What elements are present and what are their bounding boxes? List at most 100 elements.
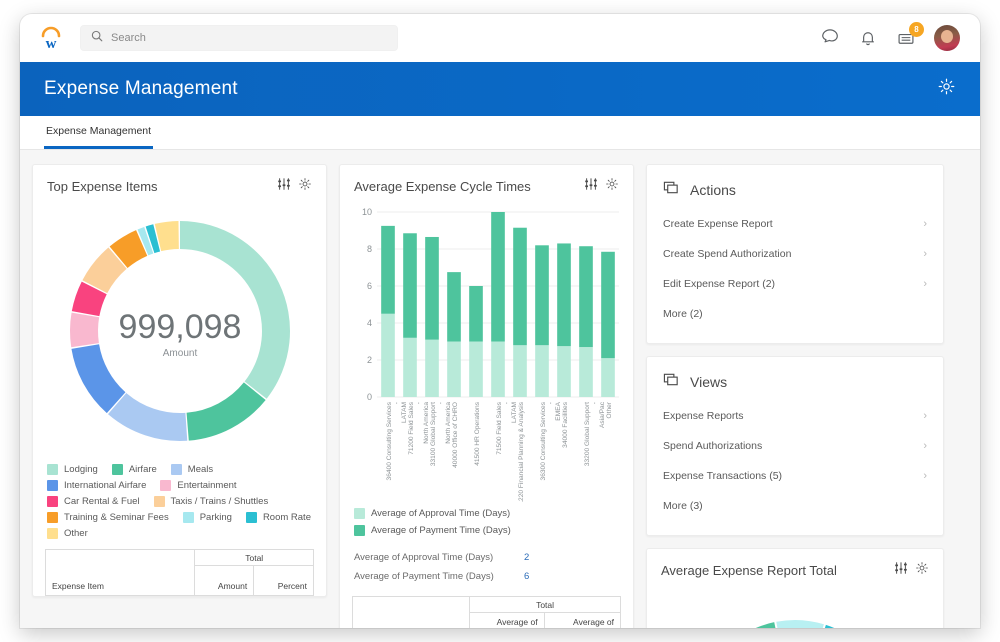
legend-label: Average of Payment Time (Days) (371, 525, 511, 536)
chat-icon[interactable] (820, 28, 840, 48)
bar-segment[interactable] (579, 246, 593, 347)
banner-gear-icon[interactable] (937, 77, 956, 101)
gauge-slice[interactable] (736, 622, 780, 628)
bar-segment[interactable] (535, 345, 549, 397)
donut-slice[interactable] (186, 382, 265, 440)
legend-item[interactable]: Car Rental & Fuel (47, 496, 140, 507)
workday-logo-icon[interactable]: w (36, 23, 66, 53)
x-tick-label: 36400 Consulting Services-LATAM (386, 401, 408, 480)
legend-swatch (47, 512, 58, 523)
summary-row: Average of Payment Time (Days)6 (354, 567, 619, 586)
bar-segment[interactable] (403, 338, 417, 397)
bar-segment[interactable] (469, 342, 483, 398)
legend-item[interactable]: Meals (171, 464, 213, 475)
header-percent: Percent (254, 566, 313, 596)
summary-value[interactable]: 2 (524, 552, 529, 563)
bar-segment[interactable] (381, 226, 395, 314)
actions-title: Actions (690, 182, 736, 198)
notification-bell-icon[interactable] (858, 28, 878, 48)
copy-window-icon (663, 371, 680, 393)
bar-segment[interactable] (601, 252, 615, 358)
sliders-icon[interactable] (584, 177, 598, 196)
list-item[interactable]: More (2) (663, 299, 927, 329)
legend-item[interactable]: Room Rate (246, 512, 311, 523)
legend-item[interactable]: International Airfare (47, 480, 146, 491)
bar-segment[interactable] (469, 286, 483, 342)
legend-swatch (354, 525, 365, 536)
list-item[interactable]: Edit Expense Report (2)› (663, 269, 927, 299)
avatar[interactable] (934, 25, 960, 51)
bar-segment[interactable] (403, 233, 417, 338)
legend-item[interactable]: Airfare (112, 464, 157, 475)
table-header-row-1: Total (46, 550, 313, 566)
table-header-row-2: Cost Center Average of Approval Time Ave… (353, 613, 620, 628)
donut-slice[interactable] (70, 313, 99, 348)
donut-slice[interactable] (71, 344, 125, 413)
bar-segment[interactable] (601, 358, 615, 397)
donut-svg: 999,098 Amount (55, 206, 305, 456)
gear-icon[interactable] (915, 561, 929, 580)
list-item[interactable]: Create Spend Authorization› (663, 239, 927, 269)
x-tick-label: Other (606, 401, 613, 418)
gauge-slice[interactable] (776, 620, 824, 628)
gauge-slices[interactable] (695, 620, 895, 628)
list-item[interactable]: Expense Transactions (5)› (663, 461, 927, 491)
card-header-icons (894, 561, 929, 580)
bar-segment[interactable] (425, 340, 439, 397)
search-box[interactable] (80, 25, 398, 51)
legend-swatch (47, 528, 58, 539)
summary-value[interactable]: 6 (524, 571, 529, 582)
list-item-label: Expense Transactions (5) (663, 470, 923, 482)
bar-segment[interactable] (513, 228, 527, 345)
legend-item[interactable]: Other (47, 528, 88, 539)
bar-segment[interactable] (447, 272, 461, 341)
legend-item[interactable]: Parking (183, 512, 232, 523)
y-tick-label: 0 (366, 392, 371, 402)
legend-item[interactable]: Entertainment (160, 480, 236, 491)
x-label-line: - (547, 402, 554, 404)
donut-slice[interactable] (108, 393, 187, 441)
global-topbar: w (20, 14, 980, 62)
bar-segment[interactable] (381, 314, 395, 397)
bar-segment[interactable] (535, 245, 549, 345)
legend-item[interactable]: Lodging (47, 464, 98, 475)
tab-expense-management[interactable]: Expense Management (44, 116, 153, 149)
svg-text:w: w (46, 36, 57, 52)
sliders-icon[interactable] (277, 177, 291, 196)
list-item[interactable]: Expense Reports› (663, 401, 927, 431)
bar-segment[interactable] (557, 243, 571, 346)
legend-item[interactable]: Training & Seminar Fees (47, 512, 169, 523)
gear-icon[interactable] (298, 177, 312, 196)
list-item[interactable]: Spend Authorizations› (663, 431, 927, 461)
bar-segment[interactable] (491, 212, 505, 342)
bar-segment[interactable] (579, 347, 593, 397)
bar-x-labels: 36400 Consulting Services-LATAM71200 Fie… (386, 401, 613, 502)
legend-item[interactable]: Average of Payment Time (Days) (354, 525, 619, 536)
bar-segment[interactable] (447, 342, 461, 398)
inbox-icon[interactable]: 8 (896, 28, 916, 48)
x-tick-label: 71200 Field Sales-North America (408, 401, 430, 454)
gear-icon[interactable] (605, 177, 619, 196)
list-item[interactable]: More (3) (663, 491, 927, 521)
bar-segment[interactable] (513, 345, 527, 397)
legend-label: Taxis / Trains / Shuttles (171, 496, 269, 507)
bar-segment[interactable] (557, 346, 571, 397)
list-item-label: Create Expense Report (663, 218, 923, 230)
legend-item[interactable]: Average of Approval Time (Days) (354, 508, 619, 519)
sliders-icon[interactable] (894, 561, 908, 580)
x-label-line: Other (606, 401, 613, 418)
legend-item[interactable]: Taxis / Trains / Shuttles (154, 496, 269, 507)
bar-series[interactable] (381, 212, 615, 397)
list-item[interactable]: Create Expense Report› (663, 209, 927, 239)
bar-chart-svg[interactable]: 0246810 36400 Consulting Services-LATAM7… (347, 202, 627, 502)
card-actions: Actions Create Expense Report›Create Spe… (646, 164, 944, 344)
actions-header: Actions (647, 165, 943, 209)
x-label-line: - (415, 402, 422, 404)
x-label-line: 40000 Office of CHRO (452, 402, 459, 468)
bar-segment[interactable] (425, 237, 439, 340)
list-item-label: More (3) (663, 500, 927, 512)
bar-segment[interactable] (491, 342, 505, 398)
gauge-svg[interactable] (675, 592, 915, 628)
search-input[interactable] (111, 32, 387, 44)
gauge-slice[interactable] (817, 625, 862, 628)
